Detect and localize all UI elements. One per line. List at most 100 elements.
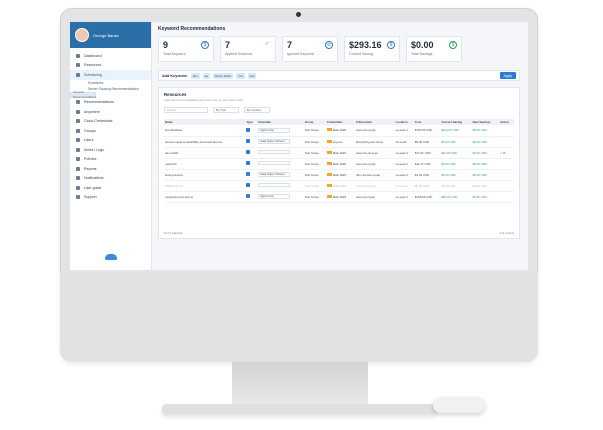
credentials-cell: Main AWS [325,147,356,159]
schedule-dropdown[interactable] [258,160,291,166]
stat-card-current-saving: $293.16 Current Saving $ [344,36,400,62]
table-cell: $1.64 USD [413,169,441,181]
sidebar-item-user-guide[interactable]: User guide [70,183,151,193]
type-filter[interactable]: By Type [213,107,239,113]
policies-icon [76,157,80,162]
type-cell [245,125,258,137]
schedule-dropdown[interactable] [258,149,291,155]
sidebar-item-reports[interactable]: Reports [70,164,151,174]
table-row[interactable]: dev-tool01 Test Group Main AWS account-yang… [164,147,514,159]
table-cell: $0.00 USD [471,169,499,181]
table-row[interactable]: aurora-mysql-compatibility-promoted-dev-… [164,136,514,148]
schedule-cell[interactable]: Apps temp [257,125,304,137]
scheduling-icon [76,72,80,77]
sidebar-item-resources[interactable]: Resources [70,61,151,71]
keyword-tag[interactable]: test [247,72,257,79]
user-name: George Banks [93,32,119,38]
table-cell: $63.22 USD [440,191,472,203]
schedule-cell[interactable] [257,147,304,159]
table-cell: mysql-dev-test-inst-vp [164,191,246,203]
sidebar-item-alerts[interactable]: Alerts / Logs [70,145,151,155]
table-row[interactable]: lion-Windows Apps temp Test Group Main AWS a… [164,125,514,137]
sidebar-item-groups[interactable]: Groups [70,126,151,136]
groups-icon [76,128,80,133]
table-cell[interactable] [498,136,514,148]
sidebar-item-label: Anywhere [84,109,100,114]
schedule-dropdown[interactable]: Apps temp [258,194,291,199]
keyword-tag[interactable]: dev [190,72,200,79]
sidebar-item-support[interactable]: Support [70,193,151,203]
sidebar-item-label: Users [84,138,94,143]
table-cell[interactable]: ✓ ⊘ [498,147,514,159]
table-cell: NGINX-AUTH [164,180,246,192]
dollar-icon: $ [387,41,395,49]
sidebar-sub-keyword-recommendations[interactable]: Keyword Recommendations [70,90,96,99]
schedule-dropdown[interactable]: Apps temp [258,128,291,133]
schedule-dropdown[interactable]: Gate Super School [258,139,291,144]
keyword-tag[interactable]: Demo Poller [212,72,234,79]
table-cell[interactable] [498,191,514,203]
table-cell: Test Group [303,158,326,170]
monitor-foot [162,404,438,414]
sidebar-item-anywhere[interactable]: Anywhere [70,107,151,117]
type-cell [245,147,258,159]
table-cell: $0.00 USD [471,136,499,148]
table-cell[interactable] [498,125,514,137]
type-cell [245,191,258,203]
schedule-dropdown[interactable] [258,182,291,188]
schedule-cell[interactable] [257,180,304,192]
sidebar-item-scheduling[interactable]: Scheduling [70,70,151,80]
table-cell: Test Group [303,147,326,159]
dollar-icon: $ [201,41,209,49]
schedule-dropdown[interactable]: Gate Super School [258,172,291,177]
table-cell: us-east-2 [394,191,414,203]
schedule-cell[interactable]: Gate Super School [257,169,304,181]
location-filter[interactable]: By Location [244,107,270,113]
resource-type-icon [246,194,251,198]
table-cell: $0.00 USD [471,191,499,203]
resource-type-icon [246,161,251,165]
credentials-cell: Main AWS [325,191,356,203]
camera [296,12,301,17]
table-cell: dev-tool01 [164,147,246,159]
monitor-chin [60,272,538,362]
table-cell: $0.00 USD [471,147,499,159]
table-row[interactable]: NGINX-AUTH Test Group Main AWS account-nyu(… [164,180,514,192]
schedule-cell[interactable]: Gate Super School [257,136,304,148]
apply-button[interactable]: Apply [499,72,516,79]
table-cell[interactable] [498,158,514,170]
table-cell: account-nyu(a) [355,158,395,170]
keyword-tag[interactable]: qa [202,72,210,79]
sidebar-item-dashboard[interactable]: Dashboard [70,51,151,61]
sidebar-item-label: Policies [84,157,97,162]
add-keyword-label: Add Keyword: [162,73,188,78]
stat-card-total-savings: $0.00 Total Savings $ [406,36,462,62]
table-row[interactable]: marcoAh Test Group Main AWS account-nyu(a) u… [164,158,514,170]
bell-icon [76,176,80,181]
sidebar-item-notifications[interactable]: Notifications [70,174,151,184]
search-input[interactable]: Search [164,107,208,113]
pagination-info: 1 of 4 items [499,231,514,235]
credentials-cell: Anyuno [325,136,356,148]
schedule-cell[interactable] [257,158,304,170]
table-cell[interactable] [498,180,514,192]
schedule-cell[interactable]: Apps temp [257,191,304,203]
user-panel[interactable]: George Banks [70,22,151,48]
sidebar-item-label: Recommendations [84,100,114,105]
table-row[interactable]: mysql-dev-test-inst-vp Apps temp Test Grou… [164,191,514,203]
aws-icon [326,139,332,143]
users-icon [76,138,80,143]
table-cell: $0.00 USD [471,125,499,137]
table-cell[interactable] [498,169,514,181]
sidebar-item-policies[interactable]: Policies [70,155,151,165]
table-cell: $0.00 USD [413,136,441,148]
table-row[interactable]: testing-aurora Gate Super School Test Grou… [164,169,514,181]
table-cell: $158.66 USD [413,191,441,203]
keyword-tag[interactable]: uat [236,72,245,79]
stat-label: Current Saving [349,52,373,56]
sidebar-item-label: Alerts / Logs [84,147,104,152]
sidebar-item-cloud-credentials[interactable]: Cloud Credentials [70,117,151,127]
sidebar-item-label: Resources [84,63,102,68]
table-cell: Test Group [303,125,326,137]
sidebar-item-users[interactable]: Users [70,136,151,146]
